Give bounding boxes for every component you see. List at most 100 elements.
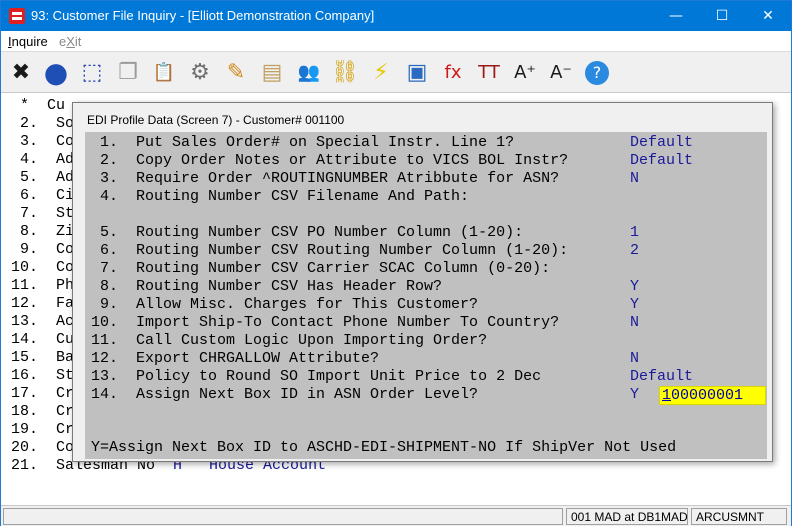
edi-option-value[interactable]: 2 <box>630 242 639 259</box>
font-size-button[interactable]: TT <box>472 56 506 90</box>
status-message <box>3 508 563 525</box>
edi-option-label: 11. Call Custom Logic Upon Importing Ord… <box>91 332 488 349</box>
screen-field-line: 10. Co <box>11 259 75 276</box>
menu-inquire[interactable]: Inquire <box>8 34 48 49</box>
menu-bar: Inquire eXit <box>1 31 791 51</box>
status-bar: 001 MAD at DB1MAD ARCUSMNT <box>1 505 791 526</box>
edi-option-label: 4. Routing Number CSV Filename And Path: <box>91 188 470 205</box>
input-caret-char: 1 <box>662 387 672 404</box>
edi-option-label: 6. Routing Number CSV Routing Number Col… <box>91 242 569 259</box>
users-button[interactable]: 👥 <box>292 56 326 90</box>
edi-option-value[interactable]: N <box>630 170 639 187</box>
screen-field-line: 9. Co <box>11 241 75 258</box>
screen-field-line: 16. St <box>11 367 75 384</box>
notepad-icon: ▤ <box>261 60 283 85</box>
link-chain-icon: ⛓ <box>331 60 359 85</box>
screen-field-line: 4. Ad <box>11 151 75 168</box>
screen-edit-icon: ▣ <box>406 60 428 85</box>
font-decrease-icon: A⁻ <box>550 62 572 83</box>
edi-option-label: 5. Routing Number CSV PO Number Column (… <box>91 224 524 241</box>
font-decrease-button[interactable]: A⁻ <box>544 56 578 90</box>
window-title: 93: Customer File Inquiry - [Elliott Dem… <box>31 8 375 23</box>
users-icon: 👥 <box>297 62 321 83</box>
settings-gear-icon: ⚙ <box>190 60 210 85</box>
edi-option-value[interactable]: N <box>630 314 639 331</box>
edi-option-value[interactable]: Default <box>630 152 693 169</box>
edit-pencil-icon: ✎ <box>226 60 246 85</box>
screen-field-line: 17. Cr <box>11 385 75 402</box>
dialog-body: 100000001 Y=Assign Next Box ID to ASCHD-… <box>85 132 767 459</box>
screen-field-line: 8. Zi <box>11 223 75 240</box>
paste-icon: 📋 <box>152 62 176 83</box>
edi-option-value[interactable]: Y <box>630 278 639 295</box>
edi-option-value[interactable]: 1 <box>630 224 639 241</box>
status-user: 001 MAD at DB1MAD <box>566 508 688 525</box>
function-fx-button[interactable]: fx <box>436 56 470 90</box>
edi-option-value[interactable]: Default <box>630 134 693 151</box>
next-box-id-input[interactable]: 100000001 <box>659 386 766 405</box>
font-increase-icon: A⁺ <box>514 62 536 83</box>
link-chain-button[interactable]: ⛓ <box>328 56 362 90</box>
edi-profile-dialog: EDI Profile Data (Screen 7) - Customer# … <box>72 102 773 462</box>
function-fx-icon: fx <box>444 62 462 83</box>
close-x-button[interactable]: ✖ <box>4 56 38 90</box>
app-icon <box>9 8 25 24</box>
screen-field-line: 6. Ci <box>11 187 75 204</box>
edi-option-label: 13. Policy to Round SO Import Unit Price… <box>91 368 542 385</box>
screen-field-line: 14. Cu <box>11 331 75 348</box>
screen-field-line: 19. Cr <box>11 421 75 438</box>
screen-field-line: 15. Ba <box>11 349 75 366</box>
edi-option-label: 2. Copy Order Notes or Attribute to VICS… <box>91 152 569 169</box>
font-increase-button[interactable]: A⁺ <box>508 56 542 90</box>
copy-icon: ❐ <box>118 60 138 85</box>
edi-option-label: 12. Export CHRGALLOW Attribute? <box>91 350 380 367</box>
screen-field-line: 7. St <box>11 205 75 222</box>
menu-exit-label: eXit <box>59 34 82 49</box>
app-window: 93: Customer File Inquiry - [Elliott Dem… <box>0 0 792 526</box>
settings-gear-button[interactable]: ⚙ <box>183 56 217 90</box>
copy-button[interactable]: ❐ <box>111 56 145 90</box>
edi-option-label: 8. Routing Number CSV Has Header Row? <box>91 278 443 295</box>
edi-option-label: 9. Allow Misc. Charges for This Customer… <box>91 296 479 313</box>
toolbar: ✖ ● ⬚ ❐ 📋 ⚙ ✎ ▤ 👥 ⛓ ⚡ ▣ fx TT A⁺ A⁻? <box>1 51 791 93</box>
close-button[interactable]: ✕ <box>745 1 791 31</box>
globe-icon: ● <box>43 56 69 89</box>
globe-button[interactable]: ● <box>39 56 73 90</box>
select-box-icon: ⬚ <box>81 60 103 85</box>
edi-option-label: 10. Import Ship-To Contact Phone Number … <box>91 314 560 331</box>
help-button[interactable]: ? <box>580 56 614 90</box>
title-bar: 93: Customer File Inquiry - [Elliott Dem… <box>1 1 791 31</box>
menu-inquire-label: Inquire <box>8 34 48 49</box>
close-x-icon: ✖ <box>11 60 31 85</box>
font-size-icon: TT <box>478 62 500 83</box>
edi-option-label: 1. Put Sales Order# on Special Instr. Li… <box>91 134 515 151</box>
dialog-title: EDI Profile Data (Screen 7) - Customer# … <box>87 113 345 127</box>
screen-field-line: * Cu <box>11 97 66 114</box>
screen-field-line: 20. Co <box>11 439 75 456</box>
edit-pencil-button[interactable]: ✎ <box>219 56 253 90</box>
paste-button[interactable]: 📋 <box>147 56 181 90</box>
notepad-button[interactable]: ▤ <box>255 56 289 90</box>
screen-field-line: 2. So <box>11 115 75 132</box>
screen-field-line: 13. Ac <box>11 313 75 330</box>
help-icon: ? <box>585 61 609 85</box>
screen-field-line: 12. Fa <box>11 295 75 312</box>
dialog-hint: Y=Assign Next Box ID to ASCHD-EDI-SHIPME… <box>91 439 677 456</box>
minimize-button[interactable]: — <box>653 1 699 31</box>
maximize-button[interactable]: ☐ <box>699 1 745 31</box>
lightning-icon: ⚡ <box>373 60 389 85</box>
lightning-button[interactable]: ⚡ <box>364 56 398 90</box>
edi-option-value[interactable]: Y <box>630 296 639 313</box>
menu-exit[interactable]: eXit <box>59 34 81 49</box>
edi-option-value[interactable]: N <box>630 350 639 367</box>
edi-option-label: 3. Require Order ^ROUTINGNUMBER Atribbut… <box>91 170 560 187</box>
screen-field-line: 18. Cr <box>11 403 75 420</box>
edi-option-label: 7. Routing Number CSV Carrier SCAC Colum… <box>91 260 551 277</box>
status-program: ARCUSMNT <box>691 508 787 525</box>
screen-field-line: 5. Ad <box>11 169 75 186</box>
select-box-button[interactable]: ⬚ <box>75 56 109 90</box>
input-rest: 00000001 <box>671 387 744 404</box>
edi-option-value[interactable]: Y <box>630 386 639 403</box>
screen-edit-button[interactable]: ▣ <box>400 56 434 90</box>
edi-option-value[interactable]: Default <box>630 368 693 385</box>
